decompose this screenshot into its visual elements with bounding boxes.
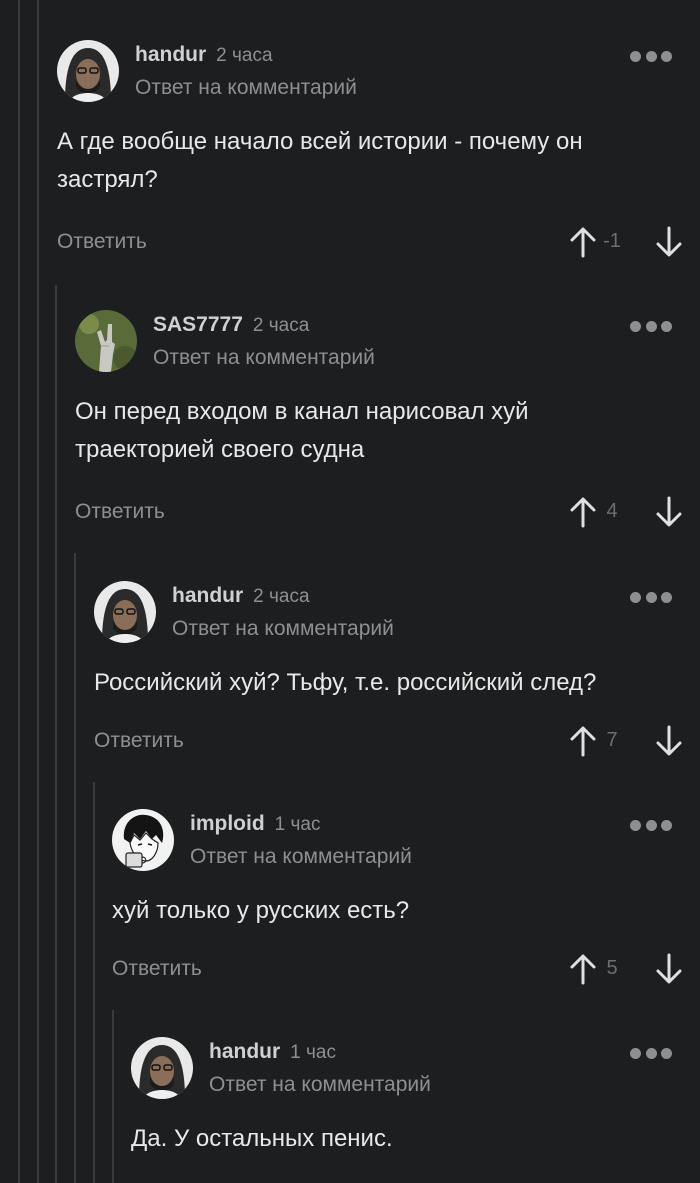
comment: handur 2 часа Ответ на комментарий А где …	[57, 40, 682, 270]
vote-score: 5	[606, 957, 618, 979]
more-dots-icon[interactable]	[630, 591, 672, 603]
comment: imploid 1 час Ответ на комментарий хуй то…	[112, 809, 682, 999]
more-dots-icon[interactable]	[630, 50, 672, 62]
thread-line	[37, 0, 39, 1183]
comment-header: handur 2 часа Ответ на комментарий	[135, 42, 612, 112]
arrow-down-icon[interactable]	[654, 953, 684, 985]
comment-text: Да. У остальных пенис.	[131, 1125, 393, 1152]
reply-button[interactable]: Ответить	[57, 230, 147, 254]
manga-character-avatar-icon	[112, 809, 174, 871]
more-dots-icon[interactable]	[630, 1047, 672, 1059]
comment-text: хуй только у русских есть?	[112, 897, 410, 924]
timestamp[interactable]: 2 часа	[253, 315, 309, 336]
timestamp[interactable]: 2 часа	[216, 45, 272, 66]
avatar[interactable]	[57, 40, 119, 102]
reply-to-label[interactable]: Ответ на комментарий	[190, 844, 412, 870]
reply-to-label[interactable]: Ответ на комментарий	[153, 345, 375, 371]
avatar[interactable]	[131, 1037, 193, 1099]
avatar[interactable]	[94, 581, 156, 643]
comment: handur 2 часа Ответ на комментарий Россий…	[94, 581, 682, 771]
arrow-down-icon[interactable]	[654, 226, 684, 258]
comment-text: Он перед входом в канал нарисовал хуй тр…	[75, 398, 529, 463]
author-name[interactable]: handur	[209, 1040, 280, 1063]
comment-actions: Ответить 7	[94, 721, 682, 761]
author-name[interactable]: handur	[135, 43, 206, 66]
comment-header: SAS7777 2 часа Ответ на комментарий	[153, 312, 612, 382]
vote-score: -1	[603, 230, 621, 252]
comment-header: imploid 1 час Ответ на комментарий	[190, 811, 612, 881]
reply-button[interactable]: Ответить	[112, 957, 202, 981]
comment: handur 1 час Ответ на комментарий Да. У о…	[131, 1037, 672, 1183]
more-dots-icon[interactable]	[630, 320, 672, 332]
comment-actions: Ответить 4	[75, 492, 682, 532]
reply-to-label[interactable]: Ответ на комментарий	[209, 1072, 431, 1098]
timestamp[interactable]: 1 час	[290, 1042, 336, 1063]
thread-line	[93, 782, 95, 1183]
reply-button[interactable]: Ответить	[75, 500, 165, 524]
avatar[interactable]	[75, 310, 137, 372]
author-name[interactable]: SAS7777	[153, 313, 243, 336]
comment-actions: Ответить 5	[112, 949, 682, 989]
thread-line	[112, 1010, 114, 1183]
author-name[interactable]: handur	[172, 584, 243, 607]
hooded-man-avatar-icon	[94, 581, 156, 643]
thread-line	[55, 285, 57, 1183]
avatar[interactable]	[112, 809, 174, 871]
reply-button[interactable]: Ответить	[94, 729, 184, 753]
more-dots-icon[interactable]	[630, 819, 672, 831]
comment-text: А где вообще начало всей истории - почем…	[57, 128, 583, 193]
rock-hand-statue-avatar-icon	[75, 310, 137, 372]
thread-line	[18, 0, 20, 1183]
comment: SAS7777 2 часа Ответ на комментарий Он пе…	[75, 310, 682, 540]
thread-line	[74, 553, 76, 1183]
comment-actions: Ответить -1	[57, 222, 682, 262]
arrow-down-icon[interactable]	[654, 725, 684, 757]
timestamp[interactable]: 2 часа	[253, 586, 309, 607]
reply-to-label[interactable]: Ответ на комментарий	[172, 616, 394, 642]
comment-header: handur 2 часа Ответ на комментарий	[172, 583, 612, 653]
vote-score: 7	[606, 729, 618, 751]
comment-text: Российский хуй? Тьфу, т.е. российский сл…	[94, 669, 597, 696]
hooded-man-avatar-icon	[57, 40, 119, 102]
author-name[interactable]: imploid	[190, 812, 265, 835]
reply-to-label[interactable]: Ответ на комментарий	[135, 75, 357, 101]
hooded-man-avatar-icon	[131, 1037, 193, 1099]
comment-header: handur 1 час Ответ на комментарий	[209, 1039, 612, 1109]
timestamp[interactable]: 1 час	[275, 814, 321, 835]
vote-score: 4	[606, 500, 618, 522]
arrow-down-icon[interactable]	[654, 496, 684, 528]
